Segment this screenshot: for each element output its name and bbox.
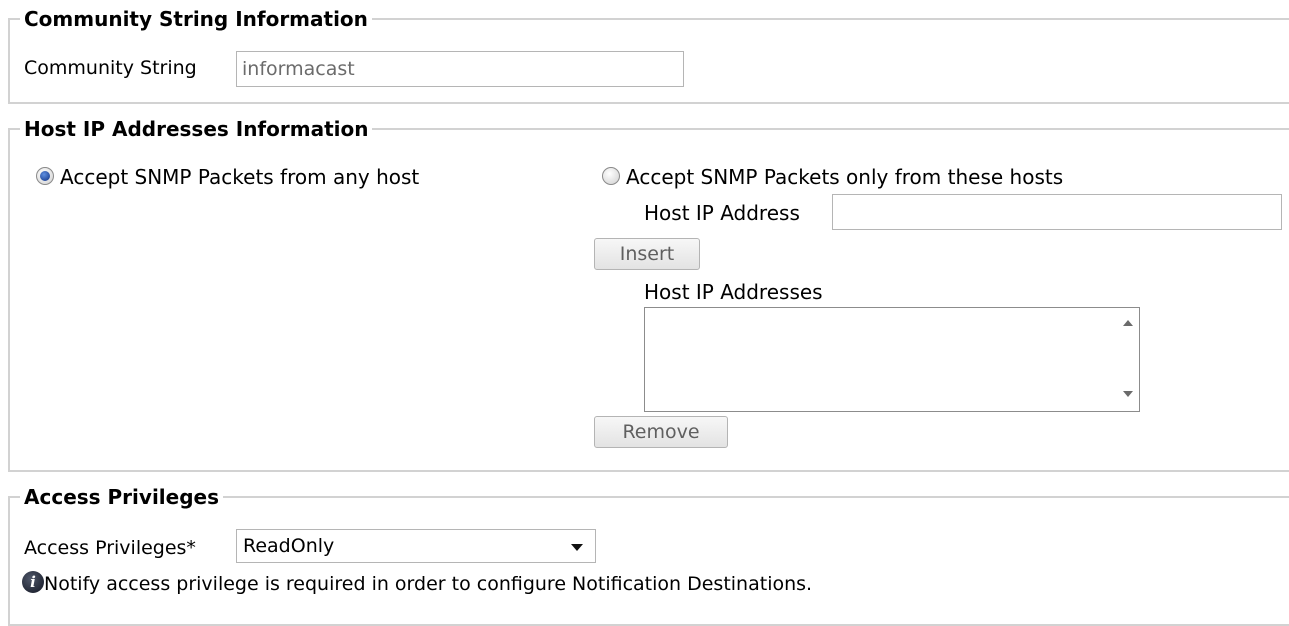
- host-ip-addresses-label: Host IP Addresses: [644, 280, 823, 304]
- remove-button[interactable]: Remove: [594, 416, 728, 448]
- community-string-label: Community String: [24, 57, 197, 79]
- access-privileges-selected-value: ReadOnly: [243, 535, 335, 557]
- community-string-input[interactable]: [236, 51, 684, 87]
- host-ip-addresses-list[interactable]: [644, 307, 1140, 412]
- host-ip-address-input[interactable]: [832, 194, 1282, 230]
- access-privileges-legend: Access Privileges: [20, 484, 223, 510]
- access-privileges-select[interactable]: ReadOnly: [236, 529, 596, 563]
- scroll-up-arrow-icon[interactable]: [1123, 320, 1133, 326]
- accept-any-host-radio[interactable]: [36, 167, 54, 185]
- accept-any-host-label[interactable]: Accept SNMP Packets from any host: [60, 165, 419, 189]
- host-ip-legend: Host IP Addresses Information: [20, 116, 373, 142]
- scroll-down-arrow-icon[interactable]: [1123, 391, 1133, 397]
- info-icon: i: [22, 571, 44, 593]
- insert-button[interactable]: Insert: [594, 238, 700, 270]
- community-string-legend: Community String Information: [20, 6, 372, 32]
- community-string-fieldset: Community String Information Community S…: [8, 6, 1289, 104]
- host-ip-fieldset: Host IP Addresses Information Accept SNM…: [8, 116, 1289, 472]
- accept-only-hosts-radio[interactable]: [602, 167, 620, 185]
- accept-only-hosts-label[interactable]: Accept SNMP Packets only from these host…: [626, 165, 1063, 189]
- notify-info-text: Notify access privilege is required in o…: [44, 573, 813, 595]
- host-ip-list-scrollbar[interactable]: [1117, 308, 1139, 411]
- chevron-down-icon: [571, 544, 583, 551]
- access-privileges-label: Access Privileges*: [24, 537, 196, 559]
- host-ip-address-label: Host IP Address: [644, 201, 800, 225]
- access-privileges-fieldset: Access Privileges Access Privileges* Rea…: [8, 484, 1289, 626]
